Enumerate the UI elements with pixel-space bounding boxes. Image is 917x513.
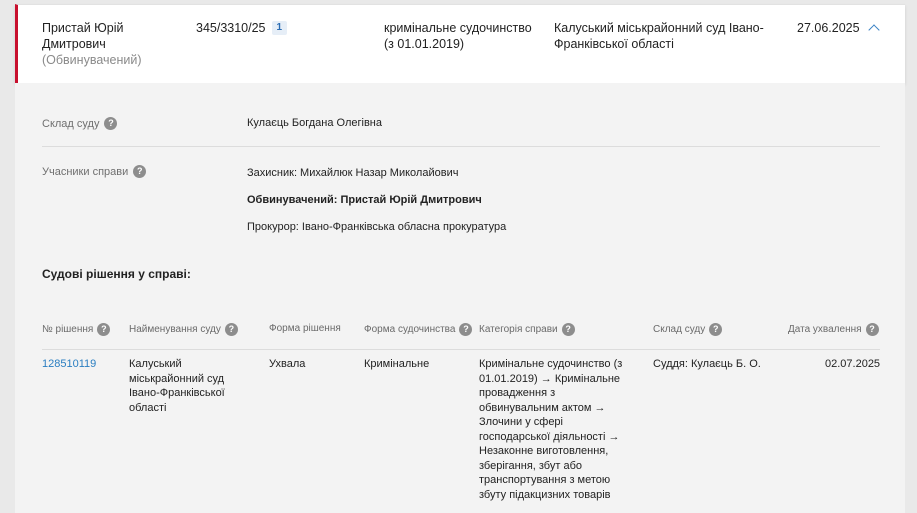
- decision-composition: Суддя: Кулаєць Б. О.: [653, 358, 761, 370]
- composition-label-text: Склад суду: [42, 117, 100, 130]
- th-category: Категорія справи ?: [479, 323, 575, 336]
- case-date: 27.06.2025: [797, 21, 860, 35]
- chevron-up-icon[interactable]: [867, 24, 880, 36]
- participants-label: Учасники справи ?: [42, 165, 147, 178]
- decision-proceeding-form: Кримінальне: [364, 358, 430, 370]
- th-court-name-text: Найменування суду: [129, 324, 221, 335]
- composition-label: Склад суду ?: [42, 117, 118, 130]
- page: Пристай Юрій Дмитрович (Обвинувачений) 3…: [0, 0, 917, 513]
- accused-name: Пристай Юрій Дмитрович: [42, 21, 124, 51]
- th-composition-text: Склад суду: [653, 324, 706, 335]
- th-number-text: № рішення: [42, 324, 94, 335]
- date-cell: 27.06.2025: [797, 20, 880, 36]
- decision-number-link[interactable]: 128510119: [42, 357, 96, 372]
- decision-court-name: Калуський міськрайонний суд Івано-Франкі…: [129, 358, 225, 414]
- th-adopted-date: Дата ухвалення ?: [788, 323, 879, 336]
- th-proceeding-form: Форма судочинства ?: [364, 323, 473, 336]
- th-category-text: Категорія справи: [479, 324, 558, 335]
- help-icon[interactable]: ?: [459, 323, 473, 336]
- court-name: Калуський міськрайонний суд Івано-Франкі…: [554, 21, 764, 51]
- accused-cell: Пристай Юрій Дмитрович (Обвинувачений): [42, 20, 162, 68]
- case-details-panel: Склад суду ? Кулаєць Богдана Олегівна Уч…: [15, 83, 905, 513]
- help-icon[interactable]: ?: [709, 323, 723, 336]
- th-adopted-date-text: Дата ухвалення: [788, 324, 862, 335]
- case-row[interactable]: Пристай Юрій Дмитрович (Обвинувачений) 3…: [15, 4, 905, 83]
- accused-role: (Обвинувачений): [42, 53, 142, 67]
- proceeding-type: кримінальне судочинство (з 01.01.2019): [384, 21, 532, 51]
- decision-adopted-date: 02.07.2025: [825, 358, 881, 370]
- decision-category: Кримінальне судочинство (з 01.01.2019) →…: [479, 358, 623, 501]
- help-icon[interactable]: ?: [133, 165, 147, 178]
- participant-prosecutor: Прокурор: Івано-Франківська обласна прок…: [247, 221, 507, 233]
- help-icon[interactable]: ?: [104, 117, 118, 130]
- th-proceeding-form-text: Форма судочинства: [364, 324, 456, 335]
- case-number: 345/3310/25: [196, 21, 266, 35]
- th-form-text: Форма рішення: [269, 323, 341, 334]
- table-header-divider: [42, 349, 880, 350]
- decisions-count-badge: 1: [271, 21, 288, 35]
- participant-defender: Захисник: Михайлюк Назар Миколайович: [247, 167, 459, 179]
- th-composition: Склад суду ?: [653, 323, 723, 336]
- participants-label-text: Учасники справи: [42, 165, 129, 178]
- th-number: № рішення ?: [42, 323, 111, 336]
- help-icon[interactable]: ?: [97, 323, 111, 336]
- divider: [42, 146, 880, 147]
- composition-value: Кулаєць Богдана Олегівна: [247, 117, 383, 129]
- help-icon[interactable]: ?: [224, 323, 238, 336]
- participant-accused: Обвинувачений: Пристай Юрій Дмитрович: [247, 194, 482, 206]
- help-icon[interactable]: ?: [865, 323, 879, 336]
- help-icon[interactable]: ?: [561, 323, 575, 336]
- decisions-title: Судові рішення у справі:: [42, 267, 191, 281]
- case-number-cell: 345/3310/25 1: [196, 20, 288, 36]
- decision-form: Ухвала: [269, 358, 306, 370]
- th-form: Форма рішення: [269, 323, 341, 334]
- th-court-name: Найменування суду ?: [129, 323, 238, 336]
